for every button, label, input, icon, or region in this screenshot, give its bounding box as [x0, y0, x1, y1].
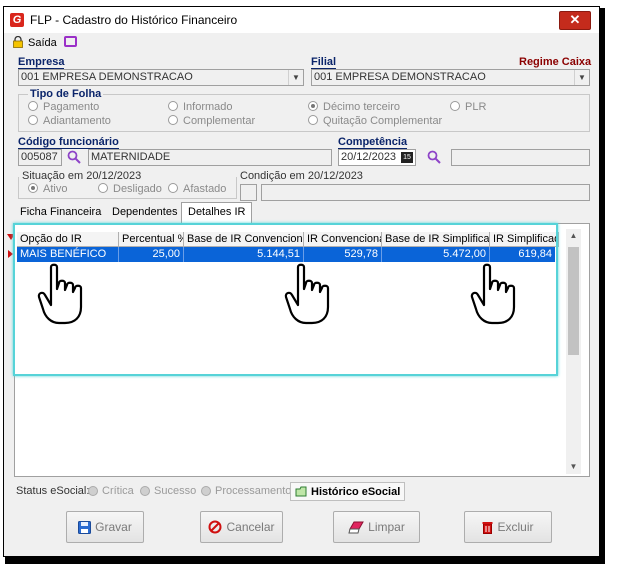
- radio-dot-icon: [168, 101, 178, 111]
- status-esocial-label: Status eSocial:: [16, 485, 90, 497]
- condicao-desc-field: [261, 184, 590, 201]
- radio-pagamento[interactable]: Pagamento: [28, 101, 99, 113]
- funcionario-code-field[interactable]: 005087: [18, 149, 62, 166]
- tab-detalhes-ir[interactable]: Detalhes IR: [181, 202, 253, 224]
- status-dot-icon: [201, 486, 211, 496]
- gravar-button[interactable]: Gravar: [66, 511, 144, 543]
- vertical-scrollbar[interactable]: ▲ ▼: [566, 229, 581, 474]
- competencia-date-field[interactable]: 20/12/2023 15: [338, 149, 416, 166]
- window-title: FLP - Cadastro do Histórico Financeiro: [30, 13, 238, 27]
- radio-dot-icon: [28, 183, 38, 193]
- radio-decimo-terceiro[interactable]: Décimo terceiro: [308, 101, 400, 113]
- hand-pointer-icon: [470, 263, 516, 325]
- funcionario-label: Código funcionário: [18, 136, 119, 149]
- limpar-button[interactable]: Limpar: [333, 511, 420, 543]
- radio-quitacao-complementar[interactable]: Quitação Complementar: [308, 115, 442, 127]
- eraser-icon: [348, 521, 365, 534]
- situacao-title: Situação em 20/12/2023: [22, 170, 142, 182]
- exit-button[interactable]: Saída: [28, 37, 57, 49]
- hand-pointer-icon: [284, 263, 330, 325]
- condicao-code-field: [240, 184, 257, 201]
- tab-ficha-financeira[interactable]: Ficha Financeira: [14, 203, 107, 222]
- regime-caixa-label: Regime Caixa: [519, 56, 592, 68]
- search-icon[interactable]: [427, 150, 441, 164]
- status-dot-icon: [88, 486, 98, 496]
- status-critica: Crítica: [88, 482, 134, 500]
- history-icon: [295, 486, 307, 497]
- monitor-icon[interactable]: [64, 36, 77, 47]
- close-button[interactable]: ✕: [559, 11, 591, 30]
- tipo-folha-title: Tipo de Folha: [28, 88, 104, 100]
- radio-dot-icon: [168, 115, 178, 125]
- radio-dot-icon: [28, 101, 38, 111]
- hand-pointer-icon: [37, 263, 83, 325]
- toolbar: Saída: [4, 33, 599, 53]
- filial-value: 001 EMPRESA DEMONSTRACAO: [314, 71, 486, 83]
- radio-dot-icon: [308, 101, 318, 111]
- scroll-thumb[interactable]: [568, 247, 579, 355]
- competencia-extra-field: [451, 149, 590, 166]
- disk-icon: [78, 521, 92, 534]
- scroll-up-icon[interactable]: ▲: [566, 229, 581, 243]
- empresa-label: Empresa: [18, 56, 65, 69]
- chevron-down-icon[interactable]: ▼: [288, 70, 303, 85]
- condicao-title: Condição em 20/12/2023: [240, 170, 363, 182]
- excluir-button[interactable]: Excluir: [464, 511, 552, 543]
- radio-adiantamento[interactable]: Adiantamento: [28, 115, 111, 127]
- cancelar-button[interactable]: Cancelar: [200, 511, 283, 543]
- empresa-select[interactable]: 001 EMPRESA DEMONSTRACAO ▼: [18, 69, 304, 86]
- filial-select[interactable]: 001 EMPRESA DEMONSTRACAO ▼: [311, 69, 590, 86]
- search-icon[interactable]: [67, 150, 81, 164]
- radio-dot-icon: [450, 101, 460, 111]
- radio-dot-icon: [98, 183, 108, 193]
- empresa-value: 001 EMPRESA DEMONSTRACAO: [21, 71, 193, 83]
- app-logo-icon: G: [10, 13, 24, 27]
- funcionario-name-field: MATERNIDADE: [88, 149, 332, 166]
- competencia-value: 20/12/2023: [341, 151, 397, 163]
- title-bar: G FLP - Cadastro do Histórico Financeiro…: [4, 7, 599, 33]
- lock-icon: [13, 36, 23, 48]
- status-processamento: Processamento: [201, 482, 291, 500]
- radio-complementar[interactable]: Complementar: [168, 115, 255, 127]
- radio-dot-icon: [308, 115, 318, 125]
- radio-informado[interactable]: Informado: [168, 101, 233, 113]
- radio-desligado[interactable]: Desligado: [98, 183, 162, 195]
- chevron-down-icon[interactable]: ▼: [574, 70, 589, 85]
- filial-label: Filial: [311, 56, 337, 69]
- historico-esocial-button[interactable]: Histórico eSocial: [290, 482, 406, 501]
- cancel-icon: [208, 520, 222, 534]
- radio-dot-icon: [168, 183, 178, 193]
- calendar-icon[interactable]: 15: [401, 152, 413, 163]
- competencia-label: Competência: [338, 136, 408, 149]
- radio-dot-icon: [28, 115, 38, 125]
- radio-ativo[interactable]: Ativo: [28, 183, 67, 195]
- radio-plr[interactable]: PLR: [450, 101, 486, 113]
- status-sucesso: Sucesso: [140, 482, 196, 500]
- tab-dependentes[interactable]: Dependentes: [106, 203, 183, 222]
- status-dot-icon: [140, 486, 150, 496]
- main-window: G FLP - Cadastro do Histórico Financeiro…: [3, 6, 600, 557]
- scroll-down-icon[interactable]: ▼: [566, 460, 581, 474]
- radio-afastado[interactable]: Afastado: [168, 183, 226, 195]
- trash-icon: [482, 522, 493, 534]
